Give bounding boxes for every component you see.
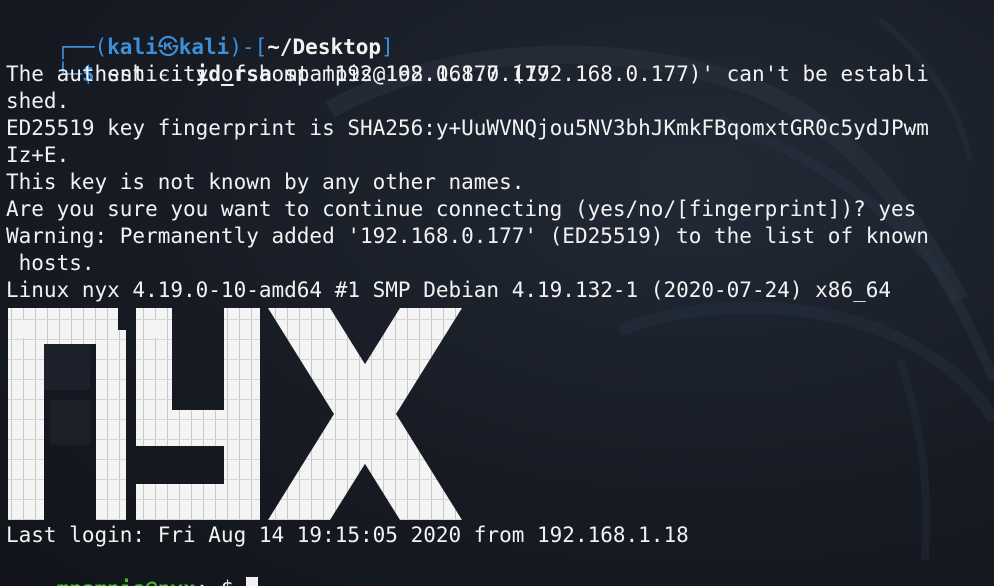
remote-colon: : <box>196 577 209 586</box>
remote-dollar: $ <box>221 577 234 586</box>
banner-letter-n <box>8 308 126 520</box>
last-login-line: Last login: Fri Aug 14 19:15:05 2020 fro… <box>6 523 689 547</box>
nyx-ascii-banner <box>8 308 462 520</box>
banner-letter-y <box>136 308 260 520</box>
terminal-window[interactable]: ┌──(kali㉿kali)-[~/Desktop] └─$ ssh -i id… <box>0 0 994 586</box>
banner-letter-x <box>268 308 462 520</box>
text-cursor[interactable] <box>245 577 258 586</box>
remote-prompt-line[interactable]: mpampis@nyx:~$ <box>6 549 258 586</box>
remote-user-host: mpampis@nyx <box>57 577 196 586</box>
remote-path: ~ <box>208 577 221 586</box>
